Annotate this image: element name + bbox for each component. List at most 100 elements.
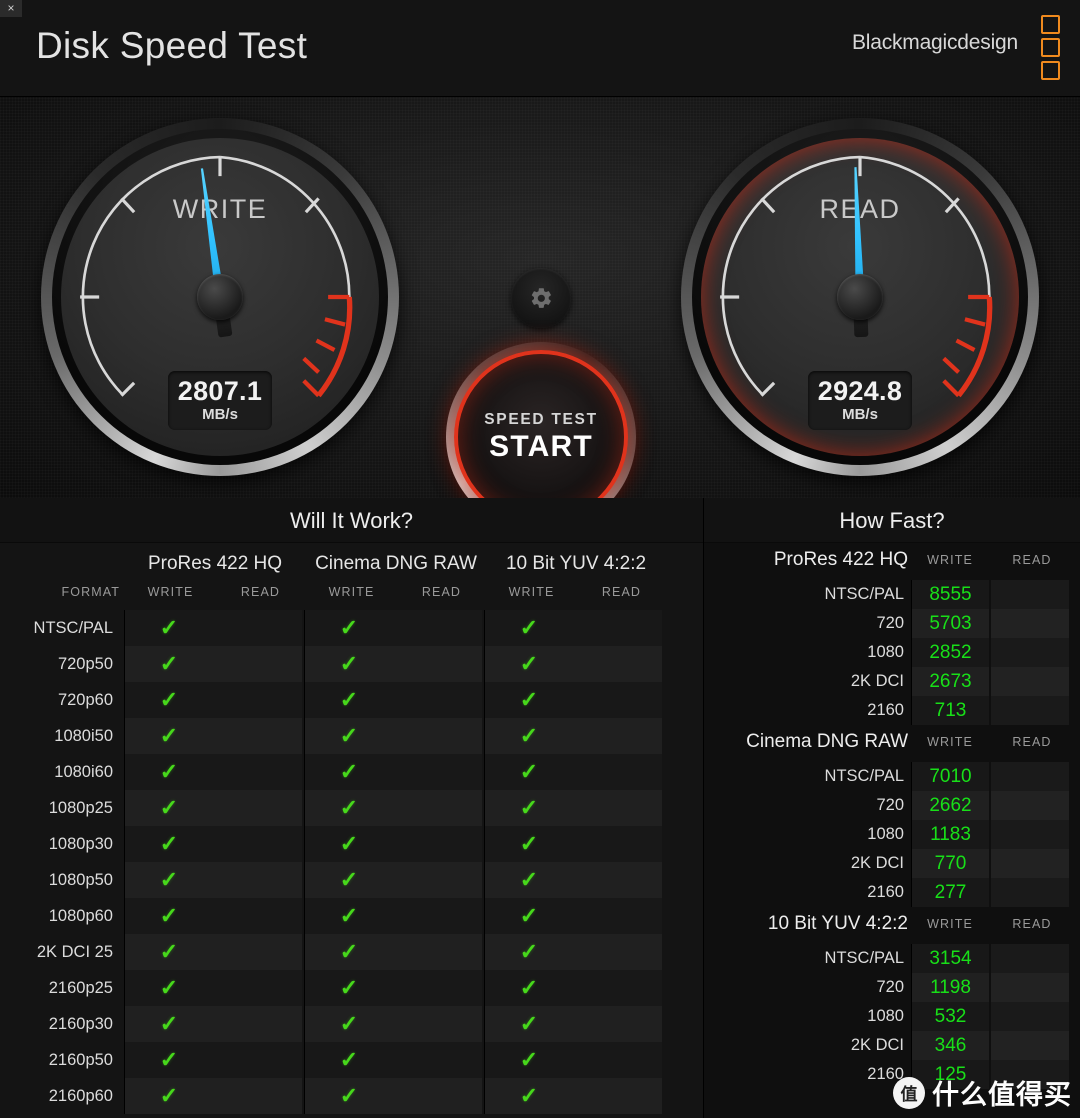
how-fast-read-col-label: READ — [1012, 917, 1052, 931]
table-row: 1080p50 ✓ ✓ ✓ — [0, 862, 703, 898]
how-fast-write-col-label: WRITE — [927, 917, 973, 931]
check-icon: ✓ — [159, 903, 179, 928]
empty-cell — [573, 1078, 662, 1114]
how-fast-write-value: 2852 — [911, 638, 989, 667]
supported-cell: ✓ — [124, 898, 213, 934]
how-fast-row: 2K DCI 346 — [704, 1031, 1080, 1060]
empty-cell — [573, 898, 662, 934]
how-fast-write-value: 346 — [911, 1031, 989, 1060]
write-unit: MB/s — [202, 406, 238, 423]
format-row-label: 1080p25 — [48, 799, 113, 817]
check-icon: ✓ — [159, 831, 179, 856]
how-fast-row-label: 2160 — [867, 1065, 904, 1083]
site-watermark: 值 什么值得买 — [893, 1073, 1072, 1112]
will-it-work-panel: Will It Work? FORMAT ProRes 422 HQ Cinem… — [0, 498, 703, 1118]
check-icon: ✓ — [159, 1083, 179, 1108]
check-icon: ✓ — [159, 795, 179, 820]
check-icon: ✓ — [339, 651, 359, 676]
gear-icon — [531, 288, 551, 308]
read-gauge-bezel: READ 2924.8 MB/s — [681, 118, 1039, 476]
will-it-work-title: Will It Work? — [0, 498, 703, 543]
will-it-work-table: FORMAT ProRes 422 HQ Cinema DNG RAW 10 B… — [0, 543, 703, 1114]
settings-gear-button[interactable] — [511, 268, 571, 328]
check-icon: ✓ — [519, 1047, 539, 1072]
how-fast-row: NTSC/PAL 7010 — [704, 762, 1080, 791]
supported-cell: ✓ — [484, 1006, 573, 1042]
table-row: 2K DCI 25 ✓ ✓ ✓ — [0, 934, 703, 970]
format-column-label: FORMAT — [61, 585, 120, 599]
how-fast-row-label: 720 — [876, 978, 904, 996]
supported-cell: ✓ — [124, 790, 213, 826]
empty-cell — [213, 754, 302, 790]
how-fast-read-value — [991, 820, 1069, 849]
how-fast-row-label: 1080 — [867, 1007, 904, 1025]
group-header-cinemadng: Cinema DNG RAW — [315, 553, 477, 574]
table-row: 2160p30 ✓ ✓ ✓ — [0, 1006, 703, 1042]
write-gauge-bezel: WRITE 2807.1 MB/s — [41, 118, 399, 476]
how-fast-read-value — [991, 762, 1069, 791]
empty-cell — [213, 790, 302, 826]
how-fast-read-value — [991, 973, 1069, 1002]
check-icon: ✓ — [159, 615, 179, 640]
check-icon: ✓ — [339, 867, 359, 892]
app-header: Disk Speed Test Blackmagicdesign — [0, 0, 1080, 97]
how-fast-write-value: 2673 — [911, 667, 989, 696]
supported-cell: ✓ — [304, 718, 393, 754]
will-it-work-header: FORMAT ProRes 422 HQ Cinema DNG RAW 10 B… — [0, 543, 703, 610]
table-row: 1080i50 ✓ ✓ ✓ — [0, 718, 703, 754]
check-icon: ✓ — [519, 831, 539, 856]
supported-cell: ✓ — [484, 718, 573, 754]
how-fast-write-value: 3154 — [911, 944, 989, 973]
subcol-prores-write: WRITE — [147, 585, 194, 599]
how-fast-section: 10 Bit YUV 4:2:2 WRITE READ NTSC/PAL 3154 720… — [704, 911, 1080, 1089]
how-fast-row: 720 1198 — [704, 973, 1080, 1002]
close-window-button[interactable]: × — [0, 0, 22, 17]
supported-cell: ✓ — [304, 862, 393, 898]
empty-cell — [393, 754, 482, 790]
how-fast-write-col-label: WRITE — [927, 735, 973, 749]
how-fast-row: 720 5703 — [704, 609, 1080, 638]
how-fast-title: How Fast? — [704, 498, 1080, 543]
table-row: 720p60 ✓ ✓ ✓ — [0, 682, 703, 718]
how-fast-row-label: 720 — [876, 796, 904, 814]
supported-cell: ✓ — [304, 934, 393, 970]
empty-cell — [213, 934, 302, 970]
empty-cell — [393, 934, 482, 970]
empty-cell — [213, 718, 302, 754]
how-fast-write-value: 5703 — [911, 609, 989, 638]
format-row-label: 1080i50 — [54, 727, 113, 745]
check-icon: ✓ — [519, 903, 539, 928]
check-icon: ✓ — [519, 795, 539, 820]
brand-name: Blackmagicdesign — [851, 31, 1018, 54]
how-fast-row-label: 2K DCI — [850, 672, 904, 690]
check-icon: ✓ — [339, 939, 359, 964]
how-fast-read-value — [991, 944, 1069, 973]
supported-cell: ✓ — [304, 826, 393, 862]
write-gauge-face: WRITE 2807.1 MB/s — [61, 138, 379, 456]
empty-cell — [573, 826, 662, 862]
empty-cell — [393, 682, 482, 718]
check-icon: ✓ — [339, 831, 359, 856]
empty-cell — [573, 934, 662, 970]
empty-cell — [573, 754, 662, 790]
format-row-label: 1080p50 — [48, 871, 113, 889]
how-fast-codec-name: 10 Bit YUV 4:2:2 — [767, 913, 908, 934]
how-fast-write-col-label: WRITE — [927, 553, 973, 567]
how-fast-row: 1080 1183 — [704, 820, 1080, 849]
supported-cell: ✓ — [304, 970, 393, 1006]
supported-cell: ✓ — [124, 826, 213, 862]
how-fast-codec-name: ProRes 422 HQ — [773, 549, 908, 570]
empty-cell — [393, 826, 482, 862]
supported-cell: ✓ — [484, 898, 573, 934]
how-fast-row-label: NTSC/PAL — [824, 585, 904, 603]
start-button-label: START — [489, 429, 593, 463]
how-fast-section: ProRes 422 HQ WRITE READ NTSC/PAL 8555 720 570… — [704, 547, 1080, 725]
how-fast-row: 720 2662 — [704, 791, 1080, 820]
check-icon: ✓ — [339, 615, 359, 640]
table-row: 720p50 ✓ ✓ ✓ — [0, 646, 703, 682]
how-fast-row: 2160 277 — [704, 878, 1080, 907]
how-fast-read-value — [991, 791, 1069, 820]
empty-cell — [393, 718, 482, 754]
empty-cell — [573, 682, 662, 718]
how-fast-row-label: 720 — [876, 614, 904, 632]
